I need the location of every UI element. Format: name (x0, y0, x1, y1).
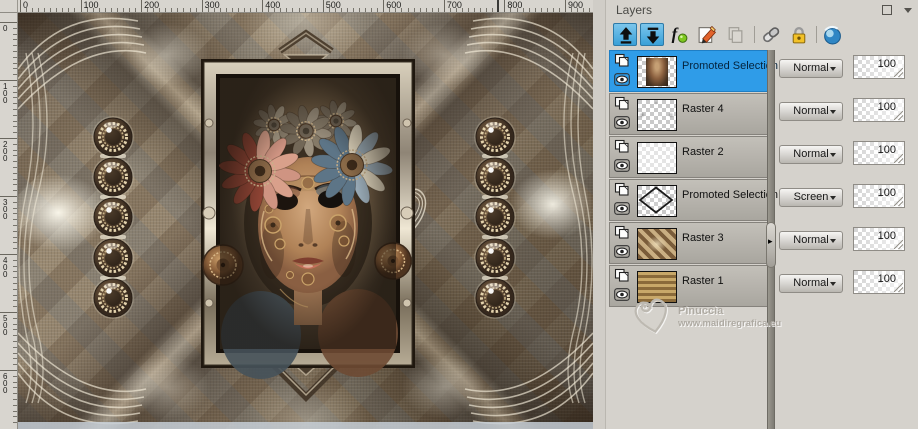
dropdown-arrow-icon (830, 282, 836, 286)
visibility-eye-icon[interactable] (614, 245, 630, 263)
heart-logo-icon (628, 292, 676, 340)
dropdown-arrow-icon (830, 153, 836, 157)
layer-name: Promoted Selection (682, 60, 778, 72)
toolbar-separator (754, 26, 755, 43)
visibility-eye-icon[interactable] (614, 159, 630, 177)
panel-title: Layers (616, 3, 652, 17)
layer-row: Raster 3 Normal 100 (606, 222, 918, 265)
watermark-name: Pinuccia (678, 305, 723, 317)
blend-mode-dropdown[interactable]: Normal (779, 145, 843, 164)
layer-type-icon (614, 268, 630, 288)
opacity-field[interactable]: 100 (853, 270, 905, 294)
vertical-ruler: 01 0 02 0 03 0 04 0 05 0 06 0 0 (0, 13, 18, 429)
blend-mode-value: Normal (793, 62, 828, 74)
layer-thumbnail[interactable] (637, 56, 677, 88)
watermark: Pinuccia www.maidiregrafica.eu (628, 292, 808, 347)
layer-type-icon (614, 96, 630, 116)
layer-row-list-item[interactable]: Raster 2 (609, 136, 770, 178)
splitter-arrow-icon[interactable]: ▸ (768, 237, 773, 246)
layer-thumbnail-content (638, 186, 676, 216)
blend-mode-dropdown[interactable]: Screen (779, 188, 843, 207)
layer-type-icon (614, 225, 630, 245)
blend-mode-value: Normal (793, 105, 828, 117)
layer-type-icon (614, 182, 630, 202)
visibility-eye-icon[interactable] (614, 116, 630, 134)
opacity-field[interactable]: 100 (853, 184, 905, 208)
ruler-corner (0, 0, 18, 13)
edit-layer-button[interactable] (695, 23, 719, 46)
layer-type-icon (614, 53, 630, 73)
layer-thumbnail[interactable] (637, 99, 677, 131)
link-layers-button[interactable] (759, 23, 783, 46)
layer-effects-button[interactable]: f (667, 23, 691, 46)
resize-grip-icon (894, 68, 903, 77)
layer-type-icon (614, 139, 630, 159)
layer-row: Raster 2 Normal 100 (606, 136, 918, 179)
visibility-eye-icon[interactable] (614, 73, 630, 91)
opacity-field[interactable]: 100 (853, 98, 905, 122)
layer-row: Promoted Selection Screen 100 (606, 179, 918, 222)
blend-mode-value: Screen (794, 191, 829, 203)
layer-row: Raster 4 Normal 100 (606, 93, 918, 136)
layer-row-list-item[interactable]: Raster 3 (609, 222, 770, 264)
layer-name: Promoted Selection (682, 189, 778, 201)
lock-transparency-button[interactable] (787, 23, 811, 46)
layer-sphere-button[interactable] (820, 23, 844, 46)
layer-thumbnail-content (638, 229, 676, 259)
visibility-eye-icon[interactable] (614, 202, 630, 220)
move-layer-down-button[interactable] (640, 23, 664, 46)
blend-mode-value: Normal (793, 277, 828, 289)
layer-name: Raster 1 (682, 275, 724, 287)
artwork-overlay (18, 13, 593, 429)
layer-list: Promoted Selection Normal 100 Raster 4 N… (606, 50, 918, 429)
menu-arrow-icon[interactable] (904, 8, 912, 13)
layer-name: Raster 4 (682, 103, 724, 115)
resize-grip-icon (894, 197, 903, 206)
layers-toolbar: f (606, 22, 918, 48)
opacity-field[interactable]: 100 (853, 141, 905, 165)
resize-grip-icon (894, 240, 903, 249)
blend-mode-value: Normal (793, 234, 828, 246)
dropdown-arrow-icon (830, 239, 836, 243)
duplicate-layer-button-disabled (723, 23, 747, 46)
layer-row-list-item[interactable]: Raster 4 (609, 93, 770, 135)
move-layer-up-button[interactable] (613, 23, 637, 46)
layer-row: Promoted Selection Normal 100 (606, 50, 918, 93)
watermark-url: www.maidiregrafica.eu (678, 318, 781, 329)
blend-mode-dropdown[interactable]: Normal (779, 59, 843, 78)
blend-mode-dropdown[interactable]: Normal (779, 102, 843, 121)
opacity-field[interactable]: 100 (853, 227, 905, 251)
layers-panel: Layers f (605, 0, 918, 429)
layer-thumbnail-content (638, 100, 676, 130)
blend-mode-value: Normal (793, 148, 828, 160)
toolbar-separator (816, 26, 817, 43)
layer-row-list-item[interactable]: Promoted Selection (609, 50, 770, 92)
resize-grip-icon (894, 283, 903, 292)
layer-thumbnail[interactable] (637, 228, 677, 260)
layer-name: Raster 2 (682, 146, 724, 158)
layer-row-list-item[interactable]: Promoted Selection (609, 179, 770, 221)
layer-thumbnail-content (638, 143, 676, 173)
blend-mode-dropdown[interactable]: Normal (779, 231, 843, 250)
resize-grip-icon (894, 154, 903, 163)
dropdown-arrow-icon (830, 196, 836, 200)
opacity-field[interactable]: 100 (853, 55, 905, 79)
horizontal-ruler: 0100200300400500600700800900 (18, 0, 593, 13)
application-window: 0100200300400500600700800900 01 0 02 0 0… (0, 0, 918, 429)
layer-thumbnail[interactable] (637, 142, 677, 174)
layer-thumbnail-content (646, 58, 668, 86)
blend-mode-dropdown[interactable]: Normal (779, 274, 843, 293)
layer-name: Raster 3 (682, 232, 724, 244)
layer-thumbnail[interactable] (637, 185, 677, 217)
dropdown-arrow-icon (830, 67, 836, 71)
svg-text:f: f (672, 25, 679, 44)
dropdown-arrow-icon (830, 110, 836, 114)
restore-icon[interactable] (882, 5, 892, 15)
canvas[interactable] (18, 13, 593, 429)
resize-grip-icon (894, 111, 903, 120)
